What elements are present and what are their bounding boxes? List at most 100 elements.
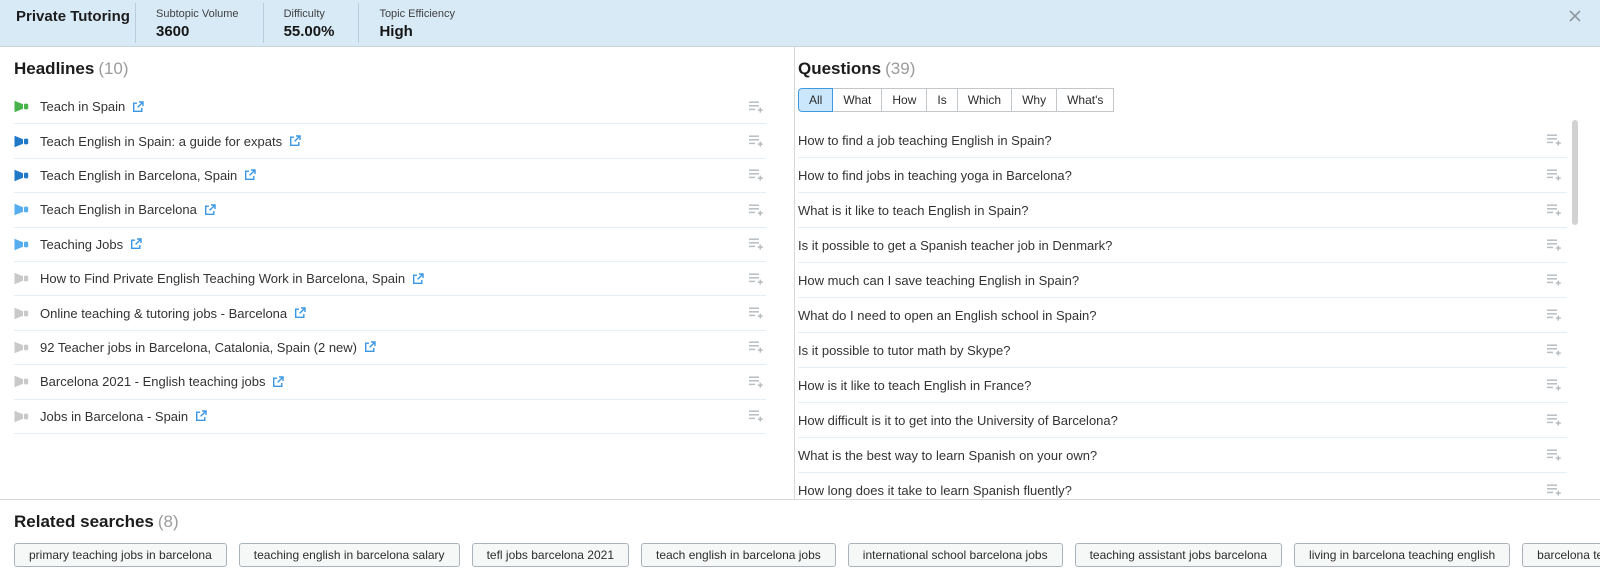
headline-link[interactable]: Teaching Jobs: [40, 237, 123, 252]
headline-row: Teaching Jobs: [14, 228, 766, 262]
question-text[interactable]: What is the best way to learn Spanish on…: [798, 448, 1097, 463]
question-text[interactable]: Is it possible to tutor math by Skype?: [798, 343, 1010, 358]
question-text[interactable]: How to find jobs in teaching yoga in Bar…: [798, 168, 1072, 183]
related-search-chip[interactable]: barcelona tefl teachers association: [1522, 543, 1600, 567]
questions-title: Questions(39): [798, 59, 1567, 79]
related-count: (8): [158, 512, 179, 531]
external-link-icon[interactable]: [204, 204, 216, 216]
related-search-chip[interactable]: international school barcelona jobs: [848, 543, 1063, 567]
related-search-chip[interactable]: teaching english in barcelona salary: [239, 543, 460, 567]
question-filter-tab[interactable]: What: [832, 88, 882, 112]
related-searches-title: Related searches(8): [14, 512, 1600, 532]
add-to-list-icon[interactable]: [1546, 378, 1562, 392]
question-filter-tab[interactable]: Which: [957, 88, 1012, 112]
headline-row: Teach in Spain: [14, 90, 766, 124]
headline-link[interactable]: Teach English in Spain: a guide for expa…: [40, 134, 282, 149]
stat-value: 3600: [156, 23, 239, 40]
headline-row: Jobs in Barcelona - Spain: [14, 400, 766, 434]
question-filter-tab[interactable]: What's: [1056, 88, 1114, 112]
headline-link[interactable]: Online teaching & tutoring jobs - Barcel…: [40, 306, 287, 321]
topic-details-panel: Private Tutoring Subtopic Volume 3600 Di…: [0, 0, 1600, 584]
topic-stat: Subtopic Volume 3600: [135, 3, 263, 43]
add-to-list-icon[interactable]: [748, 168, 764, 182]
scrollbar-thumb[interactable]: [1572, 120, 1578, 225]
external-link-icon[interactable]: [132, 101, 144, 113]
headline-link[interactable]: 92 Teacher jobs in Barcelona, Catalonia,…: [40, 340, 357, 355]
question-row: Is it possible to get a Spanish teacher …: [798, 228, 1567, 263]
headline-link[interactable]: Barcelona 2021 - English teaching jobs: [40, 374, 265, 389]
question-text[interactable]: What is it like to teach English in Spai…: [798, 203, 1029, 218]
related-search-chip[interactable]: tefl jobs barcelona 2021: [472, 543, 629, 567]
question-text[interactable]: How difficult is it to get into the Univ…: [798, 413, 1118, 428]
add-to-list-icon[interactable]: [1546, 413, 1562, 427]
external-link-icon[interactable]: [195, 410, 207, 422]
question-filter-tab[interactable]: All: [798, 88, 833, 112]
add-to-list-icon[interactable]: [748, 340, 764, 354]
question-row: How much can I save teaching English in …: [798, 263, 1567, 298]
topic-stat: Topic Efficiency High: [358, 3, 479, 43]
add-to-list-icon[interactable]: [748, 203, 764, 217]
question-filter-tab[interactable]: How: [881, 88, 927, 112]
related-search-chip[interactable]: primary teaching jobs in barcelona: [14, 543, 227, 567]
question-row: What is the best way to learn Spanish on…: [798, 438, 1567, 473]
headline-row: Teach English in Barcelona, Spain: [14, 159, 766, 193]
external-link-icon[interactable]: [364, 341, 376, 353]
add-to-list-icon[interactable]: [1546, 448, 1562, 462]
add-to-list-icon[interactable]: [748, 375, 764, 389]
external-link-icon[interactable]: [412, 273, 424, 285]
questions-title-text: Questions: [798, 59, 881, 78]
question-filter-tab[interactable]: Why: [1011, 88, 1057, 112]
question-text[interactable]: How much can I save teaching English in …: [798, 273, 1079, 288]
question-text[interactable]: What do I need to open an English school…: [798, 308, 1097, 323]
question-row: What is it like to teach English in Spai…: [798, 193, 1567, 228]
megaphone-icon: [14, 272, 29, 285]
question-text[interactable]: How is it like to teach English in Franc…: [798, 378, 1031, 393]
add-to-list-icon[interactable]: [1546, 168, 1562, 182]
topic-stat: Difficulty 55.00%: [263, 3, 359, 43]
headline-link[interactable]: Teach English in Barcelona: [40, 202, 197, 217]
add-to-list-icon[interactable]: [748, 272, 764, 286]
headline-link[interactable]: Jobs in Barcelona - Spain: [40, 409, 188, 424]
add-to-list-icon[interactable]: [1546, 133, 1562, 147]
external-link-icon[interactable]: [289, 135, 301, 147]
external-link-icon[interactable]: [130, 238, 142, 250]
question-text[interactable]: Is it possible to get a Spanish teacher …: [798, 238, 1112, 253]
external-link-icon[interactable]: [294, 307, 306, 319]
headline-row: 92 Teacher jobs in Barcelona, Catalonia,…: [14, 331, 766, 365]
megaphone-icon: [14, 100, 29, 113]
related-search-chip[interactable]: teaching assistant jobs barcelona: [1075, 543, 1282, 567]
topic-title: Private Tutoring: [0, 0, 135, 46]
add-to-list-icon[interactable]: [748, 100, 764, 114]
add-to-list-icon[interactable]: [1546, 343, 1562, 357]
close-button[interactable]: [1565, 6, 1585, 26]
megaphone-icon: [14, 307, 29, 320]
topic-stats: Subtopic Volume 3600 Difficulty 55.00% T…: [135, 0, 479, 46]
add-to-list-icon[interactable]: [1546, 273, 1562, 287]
question-text[interactable]: How to find a job teaching English in Sp…: [798, 133, 1052, 148]
external-link-icon[interactable]: [244, 169, 256, 181]
add-to-list-icon[interactable]: [748, 237, 764, 251]
topic-header: Private Tutoring Subtopic Volume 3600 Di…: [0, 0, 1600, 47]
add-to-list-icon[interactable]: [1546, 203, 1562, 217]
headline-link[interactable]: Teach English in Barcelona, Spain: [40, 168, 237, 183]
related-search-chip[interactable]: teach english in barcelona jobs: [641, 543, 836, 567]
panel-divider: [794, 47, 795, 499]
megaphone-icon: [14, 238, 29, 251]
question-text[interactable]: How long does it take to learn Spanish f…: [798, 483, 1072, 498]
add-to-list-icon[interactable]: [1546, 308, 1562, 322]
megaphone-icon: [14, 203, 29, 216]
add-to-list-icon[interactable]: [748, 409, 764, 423]
external-link-icon[interactable]: [272, 376, 284, 388]
related-search-chip[interactable]: living in barcelona teaching english: [1294, 543, 1510, 567]
headline-link[interactable]: How to Find Private English Teaching Wor…: [40, 271, 405, 286]
headline-row: Online teaching & tutoring jobs - Barcel…: [14, 296, 766, 330]
question-filter-tab[interactable]: Is: [926, 88, 957, 112]
megaphone-icon: [14, 410, 29, 423]
stat-label: Subtopic Volume: [156, 8, 239, 21]
add-to-list-icon[interactable]: [748, 134, 764, 148]
question-row: How to find a job teaching English in Sp…: [798, 123, 1567, 158]
add-to-list-icon[interactable]: [748, 306, 764, 320]
add-to-list-icon[interactable]: [1546, 483, 1562, 497]
add-to-list-icon[interactable]: [1546, 238, 1562, 252]
headline-link[interactable]: Teach in Spain: [40, 99, 125, 114]
